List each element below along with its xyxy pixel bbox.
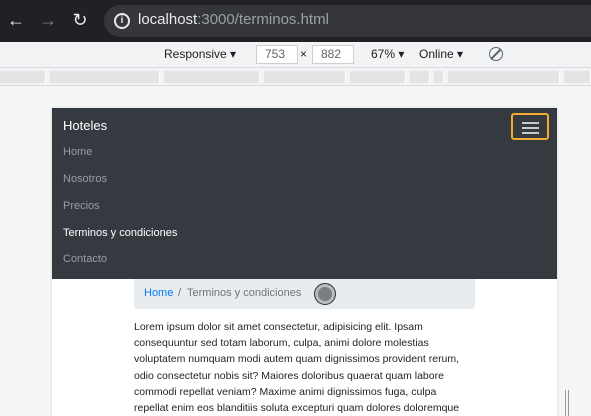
- media-query-segment[interactable]: [448, 71, 560, 83]
- dimension-separator: ×: [300, 47, 308, 61]
- resize-handle[interactable]: [565, 390, 569, 416]
- hamburger-icon: [522, 122, 539, 124]
- breadcrumb-home-link[interactable]: Home: [144, 287, 173, 299]
- breadcrumb-separator: /: [178, 287, 182, 299]
- url-text[interactable]: localhost:3000/terminos.html: [138, 11, 329, 28]
- media-query-segment[interactable]: [50, 71, 160, 83]
- dropdown-arrow-icon: ▾: [457, 47, 464, 61]
- terms-paragraph: Lorem ipsum dolor sit amet consectetur, …: [134, 321, 460, 415]
- address-bar[interactable]: i localhost:3000/terminos.html: [104, 5, 591, 37]
- height-input[interactable]: 882: [312, 45, 354, 64]
- media-query-bar: [0, 68, 591, 86]
- navbar-brand[interactable]: Hoteles: [63, 118, 107, 133]
- media-query-segment[interactable]: [264, 71, 346, 83]
- emulated-page: Hoteles Home Nosotros Precios Terminos y…: [52, 108, 557, 416]
- dropdown-arrow-icon: ▾: [230, 47, 237, 61]
- reload-button[interactable]: ↻: [70, 10, 90, 30]
- navbar: Hoteles Home Nosotros Precios Terminos y…: [52, 108, 557, 279]
- browser-toolbar: ← → ↻ i localhost:3000/terminos.html: [0, 0, 591, 42]
- device-mode-label: Responsive: [164, 47, 227, 61]
- network-label: Online: [419, 47, 454, 61]
- media-query-segment[interactable]: [564, 71, 591, 83]
- network-select[interactable]: Online ▾: [419, 47, 463, 61]
- arrow-left-icon: ←: [7, 10, 25, 30]
- navbar-toggler-button[interactable]: [511, 113, 549, 140]
- hamburger-icon: [522, 132, 539, 134]
- dropdown-arrow-icon: ▾: [398, 47, 405, 61]
- back-button[interactable]: ←: [6, 10, 26, 30]
- device-toolbar: Responsive ▾ 753 × 882 67% ▾ Online ▾: [0, 42, 591, 68]
- reload-icon: ↻: [72, 10, 88, 30]
- zoom-select[interactable]: 67% ▾: [371, 47, 404, 61]
- breadcrumb: Home / Terminos y condiciones: [134, 279, 475, 309]
- breadcrumb-current: Terminos y condiciones: [187, 287, 302, 299]
- info-icon[interactable]: i: [114, 13, 130, 29]
- media-query-segment[interactable]: [0, 71, 46, 83]
- url-path: :3000/terminos.html: [197, 11, 329, 28]
- nav-link-precios[interactable]: Precios: [63, 200, 100, 212]
- media-query-segment[interactable]: [434, 71, 444, 83]
- zoom-label: 67%: [371, 47, 396, 61]
- device-mode-select[interactable]: Responsive ▾: [164, 47, 236, 61]
- nav-link-contacto[interactable]: Contacto: [63, 253, 107, 265]
- nav-link-home[interactable]: Home: [63, 146, 92, 158]
- viewport-area: Hoteles Home Nosotros Precios Terminos y…: [0, 86, 591, 416]
- nav-link-nosotros[interactable]: Nosotros: [63, 173, 107, 185]
- arrow-right-icon: →: [39, 10, 57, 30]
- url-host: localhost: [138, 11, 198, 28]
- width-input[interactable]: 753: [256, 45, 298, 64]
- forward-button[interactable]: →: [38, 10, 58, 30]
- rotate-icon[interactable]: [489, 47, 503, 61]
- touch-cursor-icon: [314, 283, 336, 305]
- media-query-segment[interactable]: [410, 71, 430, 83]
- nav-link-terminos[interactable]: Terminos y condiciones: [63, 227, 177, 239]
- hamburger-icon: [522, 127, 539, 129]
- media-query-segment[interactable]: [164, 71, 260, 83]
- media-query-segment[interactable]: [350, 71, 406, 83]
